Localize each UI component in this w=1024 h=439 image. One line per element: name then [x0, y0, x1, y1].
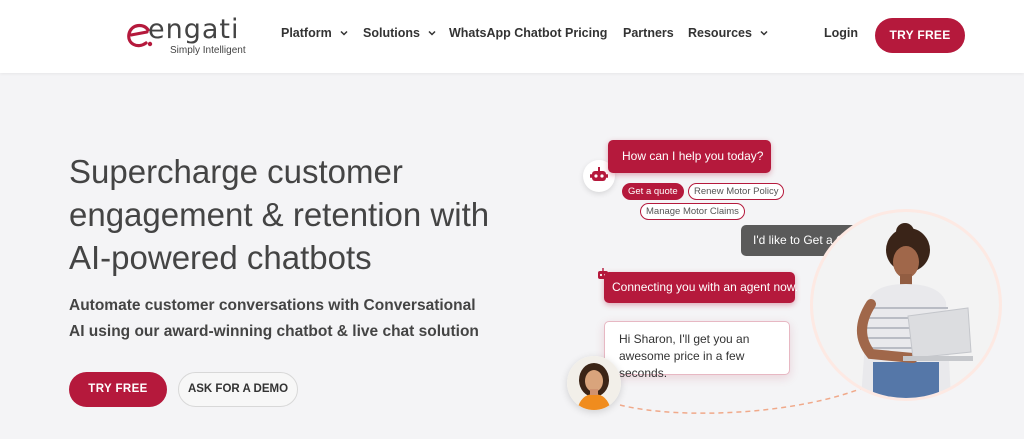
nav-resources[interactable]: Resources: [688, 26, 769, 40]
hero-subtitle: Automate customer conversations with Con…: [69, 297, 479, 340]
ask-for-demo-button[interactable]: ASK FOR A DEMO: [178, 372, 298, 407]
nav-solutions-label: Solutions: [363, 26, 420, 40]
logo-wordmark: engati: [148, 14, 240, 45]
bot-connecting-bubble: Connecting you with an agent now.: [604, 272, 798, 303]
nav-whatsapp-chatbot[interactable]: WhatsApp Chatbot: [449, 26, 561, 40]
hero-title: Supercharge customer engagement & retent…: [69, 153, 490, 276]
bot-greeting-bubble: How can I help you today?: [608, 140, 771, 173]
nav-pricing-label: Pricing: [565, 26, 608, 40]
top-navbar: engati Simply Intelligent Platform Solut…: [0, 0, 1024, 73]
nav-whatsapp-chatbot-label: WhatsApp Chatbot: [449, 26, 562, 40]
nav-partners[interactable]: Partners: [623, 26, 674, 40]
customer-illustration: [567, 356, 621, 410]
nav-platform-label: Platform: [281, 26, 332, 40]
chevron-down-icon: [428, 30, 436, 36]
customer-avatar: [567, 356, 621, 410]
chip-manage-motor-claims[interactable]: Manage Motor Claims: [640, 203, 745, 220]
nav-solutions[interactable]: Solutions: [363, 26, 437, 40]
chevron-down-icon: [340, 30, 348, 36]
woman-illustration: [813, 212, 999, 398]
chevron-down-icon: [760, 30, 768, 36]
agent-message-bubble: Hi Sharon, I'll get you an awesome price…: [604, 321, 790, 380]
hero-try-free-button[interactable]: TRY FREE: [69, 372, 167, 407]
nav-platform[interactable]: Platform: [281, 26, 349, 40]
login-link[interactable]: Login: [824, 26, 858, 40]
woman-with-laptop-photo: [813, 212, 999, 398]
chip-get-a-quote[interactable]: Get a quote: [622, 183, 684, 200]
logo-tagline: Simply Intelligent: [170, 45, 246, 56]
nav-pricing[interactable]: Pricing: [565, 26, 607, 40]
chip-renew-motor-policy[interactable]: Renew Motor Policy: [688, 183, 785, 200]
engati-logo[interactable]: engati Simply Intelligent: [126, 14, 266, 60]
nav-try-free-button[interactable]: TRY FREE: [875, 18, 965, 53]
nav-resources-label: Resources: [688, 26, 752, 40]
nav-partners-label: Partners: [623, 26, 674, 40]
